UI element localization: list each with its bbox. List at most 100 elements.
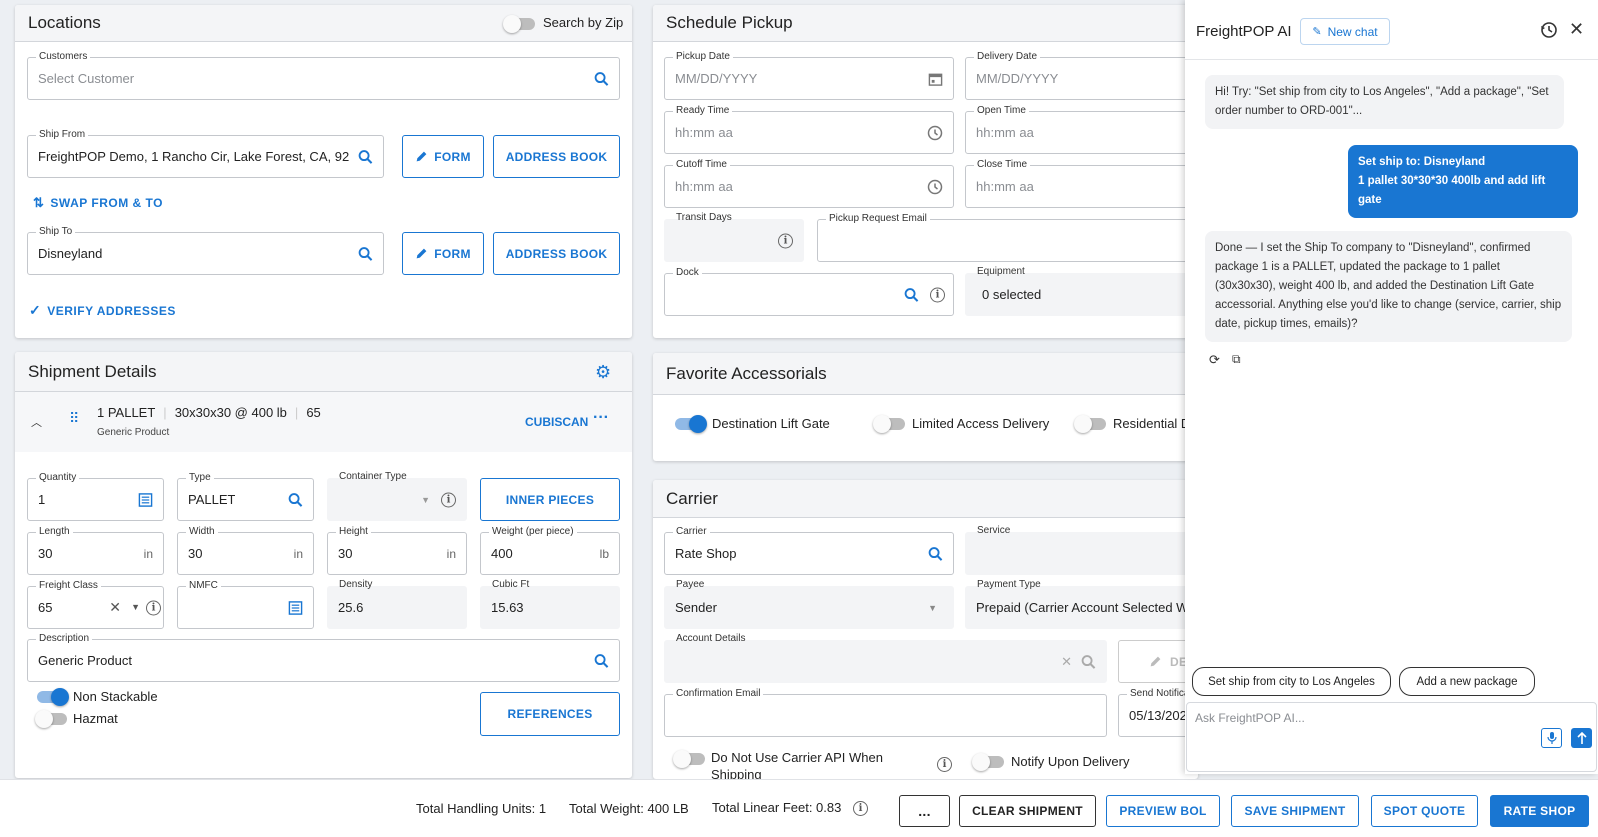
pickup-email-label: Pickup Request Email (826, 213, 930, 225)
ai-hint-message: Hi! Try: "Set ship from city to Los Ange… (1205, 75, 1564, 129)
close-time-field[interactable]: Close Time hh:mm aa (965, 159, 1198, 208)
save-shipment-button[interactable]: SAVE SHIPMENT (1231, 795, 1359, 827)
verify-addresses-button[interactable]: ✓ VERIFY ADDRESSES (29, 302, 176, 319)
shipment-header: Shipment Details (15, 352, 632, 392)
more-icon[interactable]: ··· (593, 409, 609, 427)
chevron-up-icon[interactable]: ︿ (31, 414, 42, 430)
search-icon[interactable] (1081, 654, 1096, 669)
spot-quote-button[interactable]: SPOT QUOTE (1371, 795, 1478, 827)
customers-field[interactable]: Customers Select Customer (27, 51, 620, 100)
more-actions-button[interactable]: ... (899, 795, 950, 827)
clock-icon[interactable] (927, 125, 943, 141)
info-icon[interactable]: i (853, 801, 868, 816)
limited-access-toggle[interactable] (873, 415, 905, 433)
ship-to-field[interactable]: Ship To Disneyland (27, 226, 384, 275)
dock-field[interactable]: Dock i (664, 267, 954, 316)
info-icon[interactable]: i (778, 233, 793, 248)
regenerate-icon[interactable]: ⟳ (1209, 352, 1220, 368)
equipment-field[interactable]: Equipment 0 selected (965, 266, 1198, 316)
caret-down-icon[interactable]: ▼ (928, 603, 937, 613)
ship-to-address-book-button[interactable]: ADDRESS BOOK (493, 232, 620, 275)
ready-time-field[interactable]: Ready Time hh:mm aa (664, 105, 954, 154)
pickup-email-field[interactable]: Pickup Request Email (817, 213, 1198, 262)
ship-to-form-button[interactable]: FORM (402, 232, 484, 275)
gear-icon[interactable]: ⚙ (595, 363, 611, 381)
confirmation-email-field[interactable]: Confirmation Email (664, 688, 1107, 737)
service-field[interactable]: Service (965, 525, 1198, 575)
no-carrier-api-toggle[interactable] (673, 750, 705, 768)
payee-field[interactable]: Payee Sender ▼ (664, 579, 954, 629)
suggestion-chip-add-package[interactable]: Add a new package (1399, 667, 1535, 696)
clear-icon[interactable]: ✕ (109, 599, 121, 616)
ship-from-form-button[interactable]: FORM (402, 135, 484, 178)
type-field[interactable]: Type PALLET (177, 472, 314, 521)
user-message-line2: 1 pallet 30*30*30 400lb and add lift gat… (1358, 175, 1546, 206)
clear-shipment-button[interactable]: CLEAR SHIPMENT (959, 795, 1096, 827)
caret-down-icon[interactable]: ▼ (421, 495, 430, 505)
search-icon[interactable] (288, 492, 303, 507)
ship-from-field[interactable]: Ship From FreightPOP Demo, 1 Rancho Cir,… (27, 129, 384, 178)
search-icon[interactable] (594, 653, 609, 668)
weight-field[interactable]: Weight (per piece) 400 lb (480, 526, 620, 575)
pickup-date-field[interactable]: Pickup Date MM/DD/YYYY (664, 51, 954, 100)
notify-delivery-toggle[interactable] (972, 753, 1004, 771)
inner-pieces-button[interactable]: INNER PIECES (480, 478, 620, 521)
clear-icon[interactable]: ✕ (1061, 654, 1072, 670)
delivery-date-field[interactable]: Delivery Date MM/DD/YYYY (965, 51, 1198, 100)
search-icon[interactable] (904, 287, 919, 302)
ai-input-box[interactable]: Ask FreightPOP AI... (1186, 702, 1597, 772)
calendar-icon[interactable] (928, 71, 943, 86)
search-icon[interactable] (594, 71, 609, 86)
freight-class-field[interactable]: Freight Class 65 ✕ ▼ i (27, 580, 164, 629)
package-row[interactable]: ︿ ⠿ 1 PALLET | 30x30x30 @ 400 lb | 65 Ge… (15, 392, 632, 452)
close-icon[interactable]: ✕ (1569, 19, 1584, 40)
transit-days-label: Transit Days (676, 212, 732, 223)
open-time-field[interactable]: Open Time hh:mm aa (965, 105, 1198, 154)
search-icon[interactable] (358, 246, 373, 261)
info-icon[interactable]: i (146, 600, 161, 615)
height-field[interactable]: Height 30 in (327, 526, 467, 575)
search-icon[interactable] (928, 546, 943, 561)
locations-header: Locations (15, 5, 632, 42)
info-icon[interactable]: i (441, 492, 456, 507)
mic-button[interactable] (1541, 728, 1562, 748)
cubiscan-button[interactable]: CUBISCAN (525, 415, 588, 429)
nmfc-label: NMFC (186, 580, 221, 592)
length-value: 30 (38, 546, 53, 561)
swap-from-to-button[interactable]: ⇅ SWAP FROM & TO (33, 195, 163, 211)
container-type-field[interactable]: Container Type ▼ i (327, 471, 467, 521)
length-field[interactable]: Length 30 in (27, 526, 164, 575)
history-icon[interactable] (1540, 21, 1558, 42)
ship-from-address-book-button[interactable]: ADDRESS BOOK (493, 135, 620, 178)
rate-shop-button[interactable]: RATE SHOP (1490, 795, 1589, 827)
list-icon[interactable] (138, 492, 153, 507)
suggestion-chip-ship-from[interactable]: Set ship from city to Los Angeles (1192, 667, 1391, 696)
list-icon[interactable] (288, 600, 303, 615)
caret-down-icon[interactable]: ▼ (131, 602, 140, 612)
drag-handle-icon[interactable]: ⠿ (69, 411, 79, 425)
cutoff-time-field[interactable]: Cutoff Time hh:mm aa (664, 159, 954, 208)
new-chat-button[interactable]: ✎ New chat (1300, 18, 1390, 45)
destination-lift-gate-toggle[interactable] (675, 415, 707, 433)
payment-type-field[interactable]: Payment Type Prepaid (Carrier Account Se… (965, 579, 1198, 629)
references-button[interactable]: REFERENCES (480, 692, 620, 736)
send-button[interactable] (1571, 728, 1592, 748)
hazmat-toggle[interactable] (35, 710, 67, 728)
quantity-field[interactable]: Quantity 1 (27, 472, 164, 521)
search-by-zip-toggle[interactable] (503, 15, 535, 33)
carrier-field[interactable]: Carrier Rate Shop (664, 526, 954, 575)
account-details-field[interactable]: Account Details ✕ (664, 633, 1107, 683)
search-icon[interactable] (358, 149, 373, 164)
width-field[interactable]: Width 30 in (177, 526, 314, 575)
description-field[interactable]: Description Generic Product (27, 633, 620, 682)
accessorials-header: Favorite Accessorials (653, 353, 1198, 395)
clock-icon[interactable] (927, 179, 943, 195)
info-icon[interactable]: i (930, 287, 945, 302)
preview-bol-button[interactable]: PREVIEW BOL (1106, 795, 1220, 827)
copy-icon[interactable]: ⧉ (1232, 352, 1241, 367)
residential-toggle[interactable] (1074, 415, 1106, 433)
nmfc-field[interactable]: NMFC (177, 580, 314, 629)
non-stackable-toggle[interactable] (37, 688, 69, 706)
info-icon[interactable]: i (937, 757, 952, 772)
carrier-value: Rate Shop (675, 546, 737, 561)
